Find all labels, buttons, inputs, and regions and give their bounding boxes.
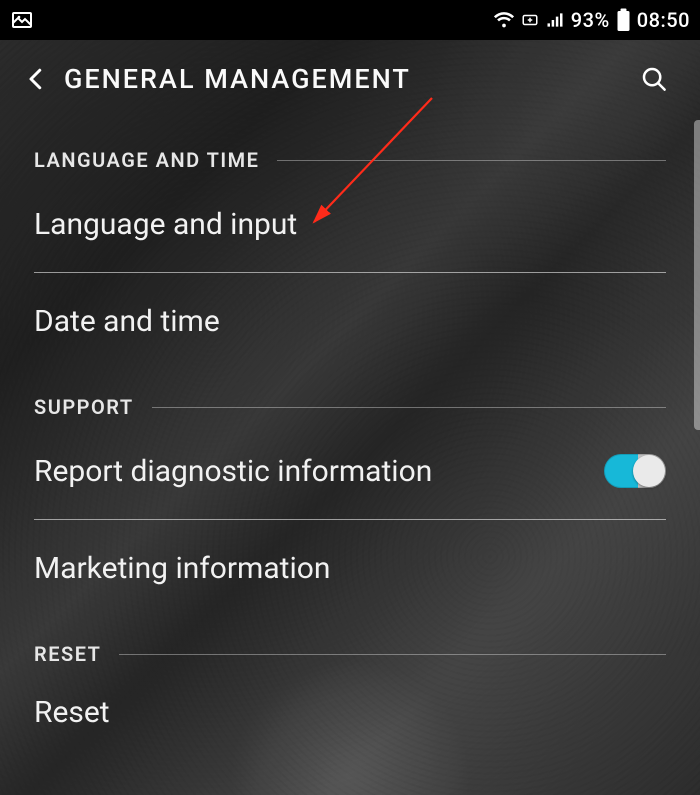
- section-rule: [152, 407, 666, 408]
- row-label: Date and time: [34, 304, 666, 339]
- section-rule: [119, 654, 666, 655]
- back-button[interactable]: [14, 57, 58, 101]
- row-reset[interactable]: Reset: [34, 670, 666, 754]
- section-header-support: SUPPORT: [34, 395, 666, 419]
- wifi-icon: [493, 9, 515, 31]
- section-header-reset: RESET: [34, 642, 666, 666]
- toggle-knob: [633, 455, 665, 487]
- row-label: Marketing information: [34, 551, 666, 586]
- signal-icon: [545, 10, 565, 30]
- search-button[interactable]: [632, 57, 676, 101]
- section-label: SUPPORT: [34, 395, 134, 419]
- page-title: GENERAL MANAGEMENT: [58, 63, 632, 95]
- row-label: Reset: [34, 695, 666, 730]
- row-language-and-input[interactable]: Language and input: [34, 176, 666, 272]
- section-rule: [277, 160, 666, 161]
- row-date-and-time[interactable]: Date and time: [34, 273, 666, 369]
- data-saver-icon: [521, 11, 539, 29]
- section-header-language-time: LANGUAGE AND TIME: [34, 148, 666, 172]
- row-report-diagnostic[interactable]: Report diagnostic information: [34, 423, 666, 519]
- settings-list: LANGUAGE AND TIME Language and input Dat…: [0, 148, 700, 754]
- battery-icon: [616, 8, 631, 32]
- row-label: Report diagnostic information: [34, 454, 604, 489]
- gallery-icon: [10, 8, 34, 32]
- section-label: RESET: [34, 642, 101, 666]
- clock: 08:50: [637, 8, 690, 32]
- section-label: LANGUAGE AND TIME: [34, 148, 259, 172]
- row-label: Language and input: [34, 207, 666, 242]
- toggle-diagnostic[interactable]: [604, 454, 666, 488]
- battery-percentage: 93%: [571, 8, 610, 32]
- status-bar: 93% 08:50: [0, 0, 700, 40]
- app-header: GENERAL MANAGEMENT: [0, 40, 700, 118]
- chevron-left-icon: [21, 64, 51, 94]
- row-marketing-information[interactable]: Marketing information: [34, 520, 666, 616]
- search-icon: [639, 64, 669, 94]
